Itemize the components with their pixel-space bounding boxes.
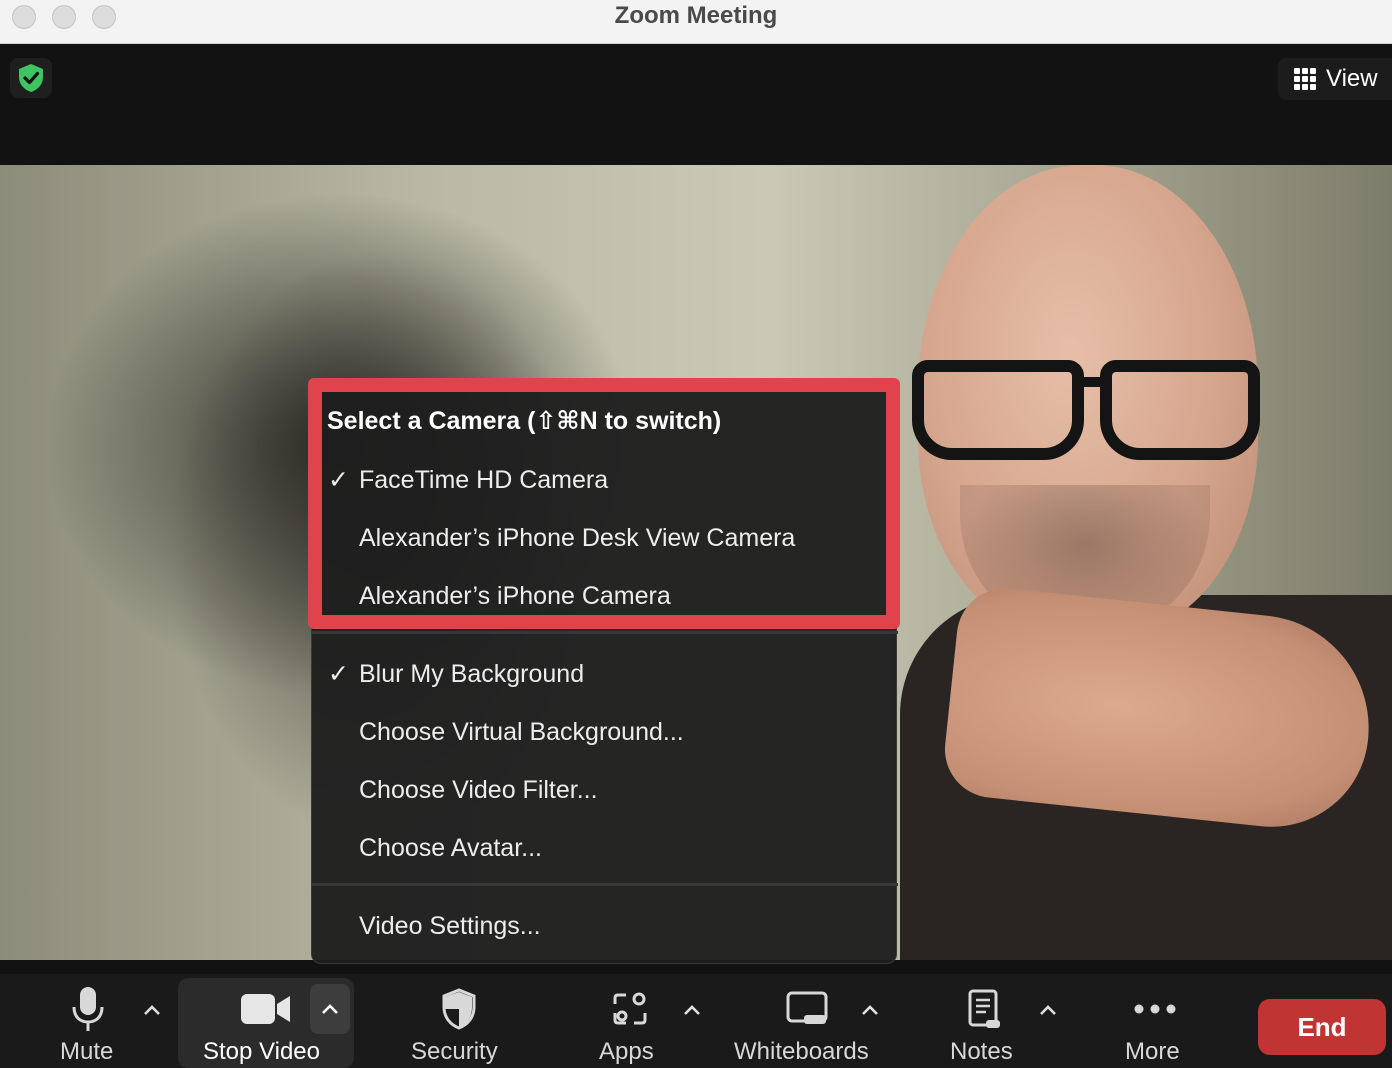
window-title: Zoom Meeting [614,2,778,29]
menu-item-blur-background[interactable]: ✓ Blur My Background [312,654,898,694]
whiteboards-label: Whiteboards [734,1038,869,1065]
chevron-up-icon [1040,1005,1056,1015]
menu-item-label: Alexander’s iPhone Desk View Camera [359,524,796,552]
video-camera-icon [241,994,290,1024]
menu-item-camera-iphone-desk-view[interactable]: Alexander’s iPhone Desk View Camera [312,518,898,558]
menu-item-video-settings[interactable]: Video Settings... [312,906,898,946]
end-meeting-button[interactable]: End [1258,999,1386,1055]
video-options-caret[interactable] [310,984,350,1034]
more-label: More [1125,1038,1180,1065]
security-label: Security [411,1038,498,1065]
apps-label: Apps [599,1038,654,1065]
apps-options-caret[interactable] [678,996,706,1024]
menu-item-label: Choose Avatar... [359,834,542,862]
notes-icon [968,989,1000,1028]
video-options-menu: Select a Camera (⇧⌘N to switch) ✓ FaceTi… [311,380,898,964]
menu-item-camera-iphone[interactable]: Alexander’s iPhone Camera [312,576,898,616]
chevron-up-icon [684,1005,700,1015]
menu-divider [312,883,898,886]
apps-button[interactable]: Apps [594,974,664,1068]
apps-icon [613,992,647,1025]
menu-item-label: Alexander’s iPhone Camera [359,582,671,610]
view-button[interactable]: View [1278,58,1392,100]
glasses-left-lens [912,360,1084,460]
checkmark-icon: ✓ [328,466,349,494]
whiteboards-options-caret[interactable] [856,996,884,1024]
chevron-up-icon [144,1005,160,1015]
security-button[interactable]: Security [408,974,508,1068]
notes-button[interactable]: Notes [946,974,1022,1068]
mute-button[interactable]: Mute [48,974,128,1068]
whiteboard-icon [786,991,828,1024]
notes-options-caret[interactable] [1034,996,1062,1024]
chevron-up-icon [862,1005,878,1015]
mute-label: Mute [60,1038,114,1065]
window-title-bar: Zoom Meeting [0,0,1392,44]
chevron-up-icon [322,1004,338,1014]
more-button[interactable]: More [1120,974,1190,1068]
menu-item-virtual-background[interactable]: Choose Virtual Background... [312,712,898,752]
grid-icon [1294,68,1316,90]
checkmark-icon: ✓ [328,660,349,688]
menu-item-camera-facetime[interactable]: ✓ FaceTime HD Camera [312,460,898,500]
microphone-icon [72,987,104,1031]
menu-item-avatar[interactable]: Choose Avatar... [312,828,898,868]
menu-divider [312,631,898,634]
glasses-bridge [1080,377,1104,387]
green-shield-check-icon [19,64,43,92]
glasses-right-lens [1100,360,1260,460]
more-dots-icon [1134,1004,1176,1014]
menu-item-label: Video Settings... [359,912,541,940]
menu-item-label: FaceTime HD Camera [359,466,609,494]
notes-label: Notes [950,1038,1013,1065]
stop-video-label: Stop Video [203,1038,320,1065]
menu-item-label: Choose Virtual Background... [359,718,684,746]
shield-icon [442,988,476,1030]
view-label: View [1326,65,1378,92]
meeting-security-badge[interactable] [10,58,52,98]
menu-item-video-filter[interactable]: Choose Video Filter... [312,770,898,810]
meeting-top-strip [0,44,1392,165]
select-camera-header: Select a Camera (⇧⌘N to switch) [327,407,722,435]
audio-options-caret[interactable] [138,996,166,1024]
menu-item-label: Blur My Background [359,660,585,688]
menu-item-label: Choose Video Filter... [359,776,598,804]
